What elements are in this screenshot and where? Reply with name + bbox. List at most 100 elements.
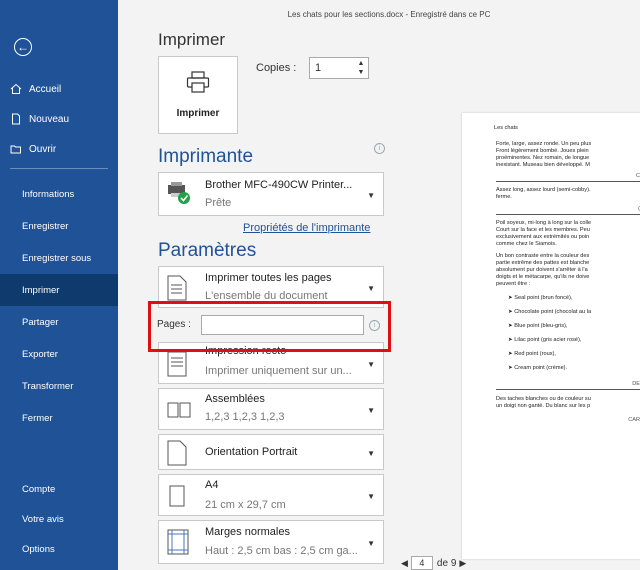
chevron-down-icon: ▼ xyxy=(367,492,375,501)
preview-line: Forte, large, assez ronde. Un peu plus xyxy=(496,141,592,147)
chevron-down-icon: ▼ xyxy=(367,360,375,369)
paper-size-dropdown[interactable]: A4 21 cm x 29,7 cm ▼ xyxy=(158,474,384,516)
preview-bullet: ➤ Seal point (brun foncé), xyxy=(508,295,573,301)
sidebar-bottom-nav: Compte Votre avis Options xyxy=(0,474,118,564)
preview-bullet: ➤ Lilac point (gris acier rosé), xyxy=(508,337,582,343)
chevron-down-icon: ▼ xyxy=(367,449,375,458)
sidebar-item-nouveau[interactable]: Nouveau xyxy=(0,104,118,134)
paper-size-icon xyxy=(167,483,189,509)
preview-line: ferme. xyxy=(496,194,512,200)
backstage-sidebar: ← Accueil Nouveau Ouvrir Informations En… xyxy=(0,0,118,570)
print-preview-page: Les chats Forte, large, assez ronde. Un … xyxy=(462,113,640,559)
printer-properties-link[interactable]: Propriétés de l'imprimante xyxy=(243,222,370,234)
preview-line: proéminentes. Nez romain, de longue xyxy=(496,155,590,161)
chevron-down-icon: ▼ xyxy=(367,406,375,415)
preview-line: Court sur la face et les membres. Peu xyxy=(496,227,590,233)
sidebar-item-label: Nouveau xyxy=(29,113,70,125)
next-page-icon[interactable]: ▶ xyxy=(459,558,466,569)
preview-line: Un bon contraste entre la couleur des xyxy=(496,253,590,259)
copies-label: Copies : xyxy=(256,62,297,74)
sidebar-item-imprimer[interactable]: Imprimer xyxy=(0,274,118,306)
copies-value: 1 xyxy=(315,62,322,74)
info-icon[interactable]: i xyxy=(374,143,385,154)
previous-page-icon[interactable]: ◀ xyxy=(401,558,408,569)
collate-dropdown[interactable]: Assemblées 1,2,3 1,2,3 1,2,3 ▼ xyxy=(158,388,384,430)
printer-dropdown[interactable]: Brother MFC-490CW Printer... Prête ▼ xyxy=(158,172,384,216)
print-range-title: Imprimer toutes les pages xyxy=(205,272,332,284)
preview-bullet: ➤ Blue point (bleu-gris), xyxy=(508,323,568,329)
preview-line: Front légèrement bombé. Joues plein xyxy=(496,148,589,154)
sidebar-mid-nav: Informations Enregistrer Enregistrer sou… xyxy=(0,178,118,434)
highlight-box xyxy=(148,301,391,352)
preview-bullet: ➤ Cream point (crème). xyxy=(508,365,568,371)
preview-line: un doigt non ganté. Du blanc sur les p xyxy=(496,403,591,409)
printer-ready-icon xyxy=(167,181,190,207)
preview-heading: DE xyxy=(632,381,640,387)
chevron-down-icon: ▼ xyxy=(367,284,375,293)
back-arrow-icon[interactable]: ← xyxy=(14,38,32,56)
page-title: Imprimer xyxy=(158,30,226,49)
sidebar-item-label: Accueil xyxy=(29,83,62,95)
open-folder-icon xyxy=(9,142,23,156)
sidebar-item-enregistrer-sous[interactable]: Enregistrer sous xyxy=(0,242,118,274)
print-button[interactable]: Imprimer xyxy=(158,56,238,134)
home-icon xyxy=(9,82,23,96)
sidebar-divider xyxy=(10,168,108,169)
sidebar-item-accueil[interactable]: Accueil xyxy=(0,74,118,104)
sides-subtitle: Imprimer uniquement sur un... xyxy=(205,365,352,377)
preview-rule xyxy=(496,181,640,182)
sidebar-item-votre-avis[interactable]: Votre avis xyxy=(0,504,118,534)
settings-heading: Paramètres xyxy=(158,240,257,261)
margins-icon xyxy=(167,529,189,555)
preview-bullet-text: Cream point (crème). xyxy=(514,365,568,371)
preview-line: exclusivement aux extrémités ou poin xyxy=(496,234,590,240)
sidebar-item-partager[interactable]: Partager xyxy=(0,306,118,338)
orientation-dropdown[interactable]: Orientation Portrait ▼ xyxy=(158,434,384,470)
sidebar-item-exporter[interactable]: Exporter xyxy=(0,338,118,370)
sidebar-item-informations[interactable]: Informations xyxy=(0,178,118,210)
chevron-down-icon: ▼ xyxy=(367,539,375,548)
preview-bullet-text: Seal point (brun foncé), xyxy=(514,295,573,301)
preview-line: Des taches blanches ou de couleur su xyxy=(496,396,591,402)
copies-stepper[interactable]: 1 ▲ ▼ xyxy=(309,57,369,79)
margins-title: Marges normales xyxy=(205,526,290,538)
collate-title: Assemblées xyxy=(205,393,265,405)
preview-line: partie extrême des pattes est blanche xyxy=(496,260,590,266)
preview-bullet-text: Chocolate point (chocolat au la xyxy=(514,309,592,315)
printer-heading: Imprimante xyxy=(158,146,254,167)
preview-header: Les chats xyxy=(494,125,518,131)
preview-line: inexistant. Museau bien développé. M xyxy=(496,162,590,168)
preview-line: absolument pur doivent s'arrêter à l'a xyxy=(496,267,588,273)
orientation-title: Orientation Portrait xyxy=(205,446,298,458)
sidebar-item-ouvrir[interactable]: Ouvrir xyxy=(0,134,118,164)
preview-bullet-text: Lilac point (gris acier rosé), xyxy=(514,337,582,343)
collate-subtitle: 1,2,3 1,2,3 1,2,3 xyxy=(205,411,285,423)
preview-line: peuvent être : xyxy=(496,281,531,287)
window-title: Les chats pour les sections.docx - Enreg… xyxy=(287,10,491,19)
collated-icon xyxy=(167,397,191,423)
sidebar-item-fermer[interactable]: Fermer xyxy=(0,402,118,434)
portrait-page-icon xyxy=(167,440,189,466)
margins-subtitle: Haut : 2,5 cm bas : 2,5 cm ga... xyxy=(205,545,358,557)
preview-rule xyxy=(496,389,640,390)
print-button-label: Imprimer xyxy=(176,108,220,119)
new-document-icon xyxy=(9,112,23,126)
sidebar-item-label: Ouvrir xyxy=(29,143,57,155)
preview-rule xyxy=(496,214,640,215)
sidebar-item-transformer[interactable]: Transformer xyxy=(0,370,118,402)
spinner-arrows-icon[interactable]: ▲ ▼ xyxy=(356,59,366,77)
preview-bullet: ➤ Chocolate point (chocolat au la xyxy=(508,309,592,315)
sidebar-item-enregistrer[interactable]: Enregistrer xyxy=(0,210,118,242)
sidebar-item-compte[interactable]: Compte xyxy=(0,474,118,504)
sidebar-item-options[interactable]: Options xyxy=(0,534,118,564)
page-range-icon xyxy=(167,275,189,301)
current-page-input[interactable]: 4 xyxy=(410,556,433,570)
preview-line: doigts et le métacarpe, qu'ils ne doive xyxy=(496,274,590,280)
page-count: de 9 xyxy=(436,557,457,569)
preview-heading: C xyxy=(635,173,640,179)
one-sided-print-icon xyxy=(167,351,189,377)
paper-size-subtitle: 21 cm x 29,7 cm xyxy=(205,499,286,511)
page-navigator: ◀ 4 de 9 ▶ xyxy=(398,556,469,570)
margins-dropdown[interactable]: Marges normales Haut : 2,5 cm bas : 2,5 … xyxy=(158,520,384,564)
chevron-down-icon: ▼ xyxy=(367,191,375,200)
